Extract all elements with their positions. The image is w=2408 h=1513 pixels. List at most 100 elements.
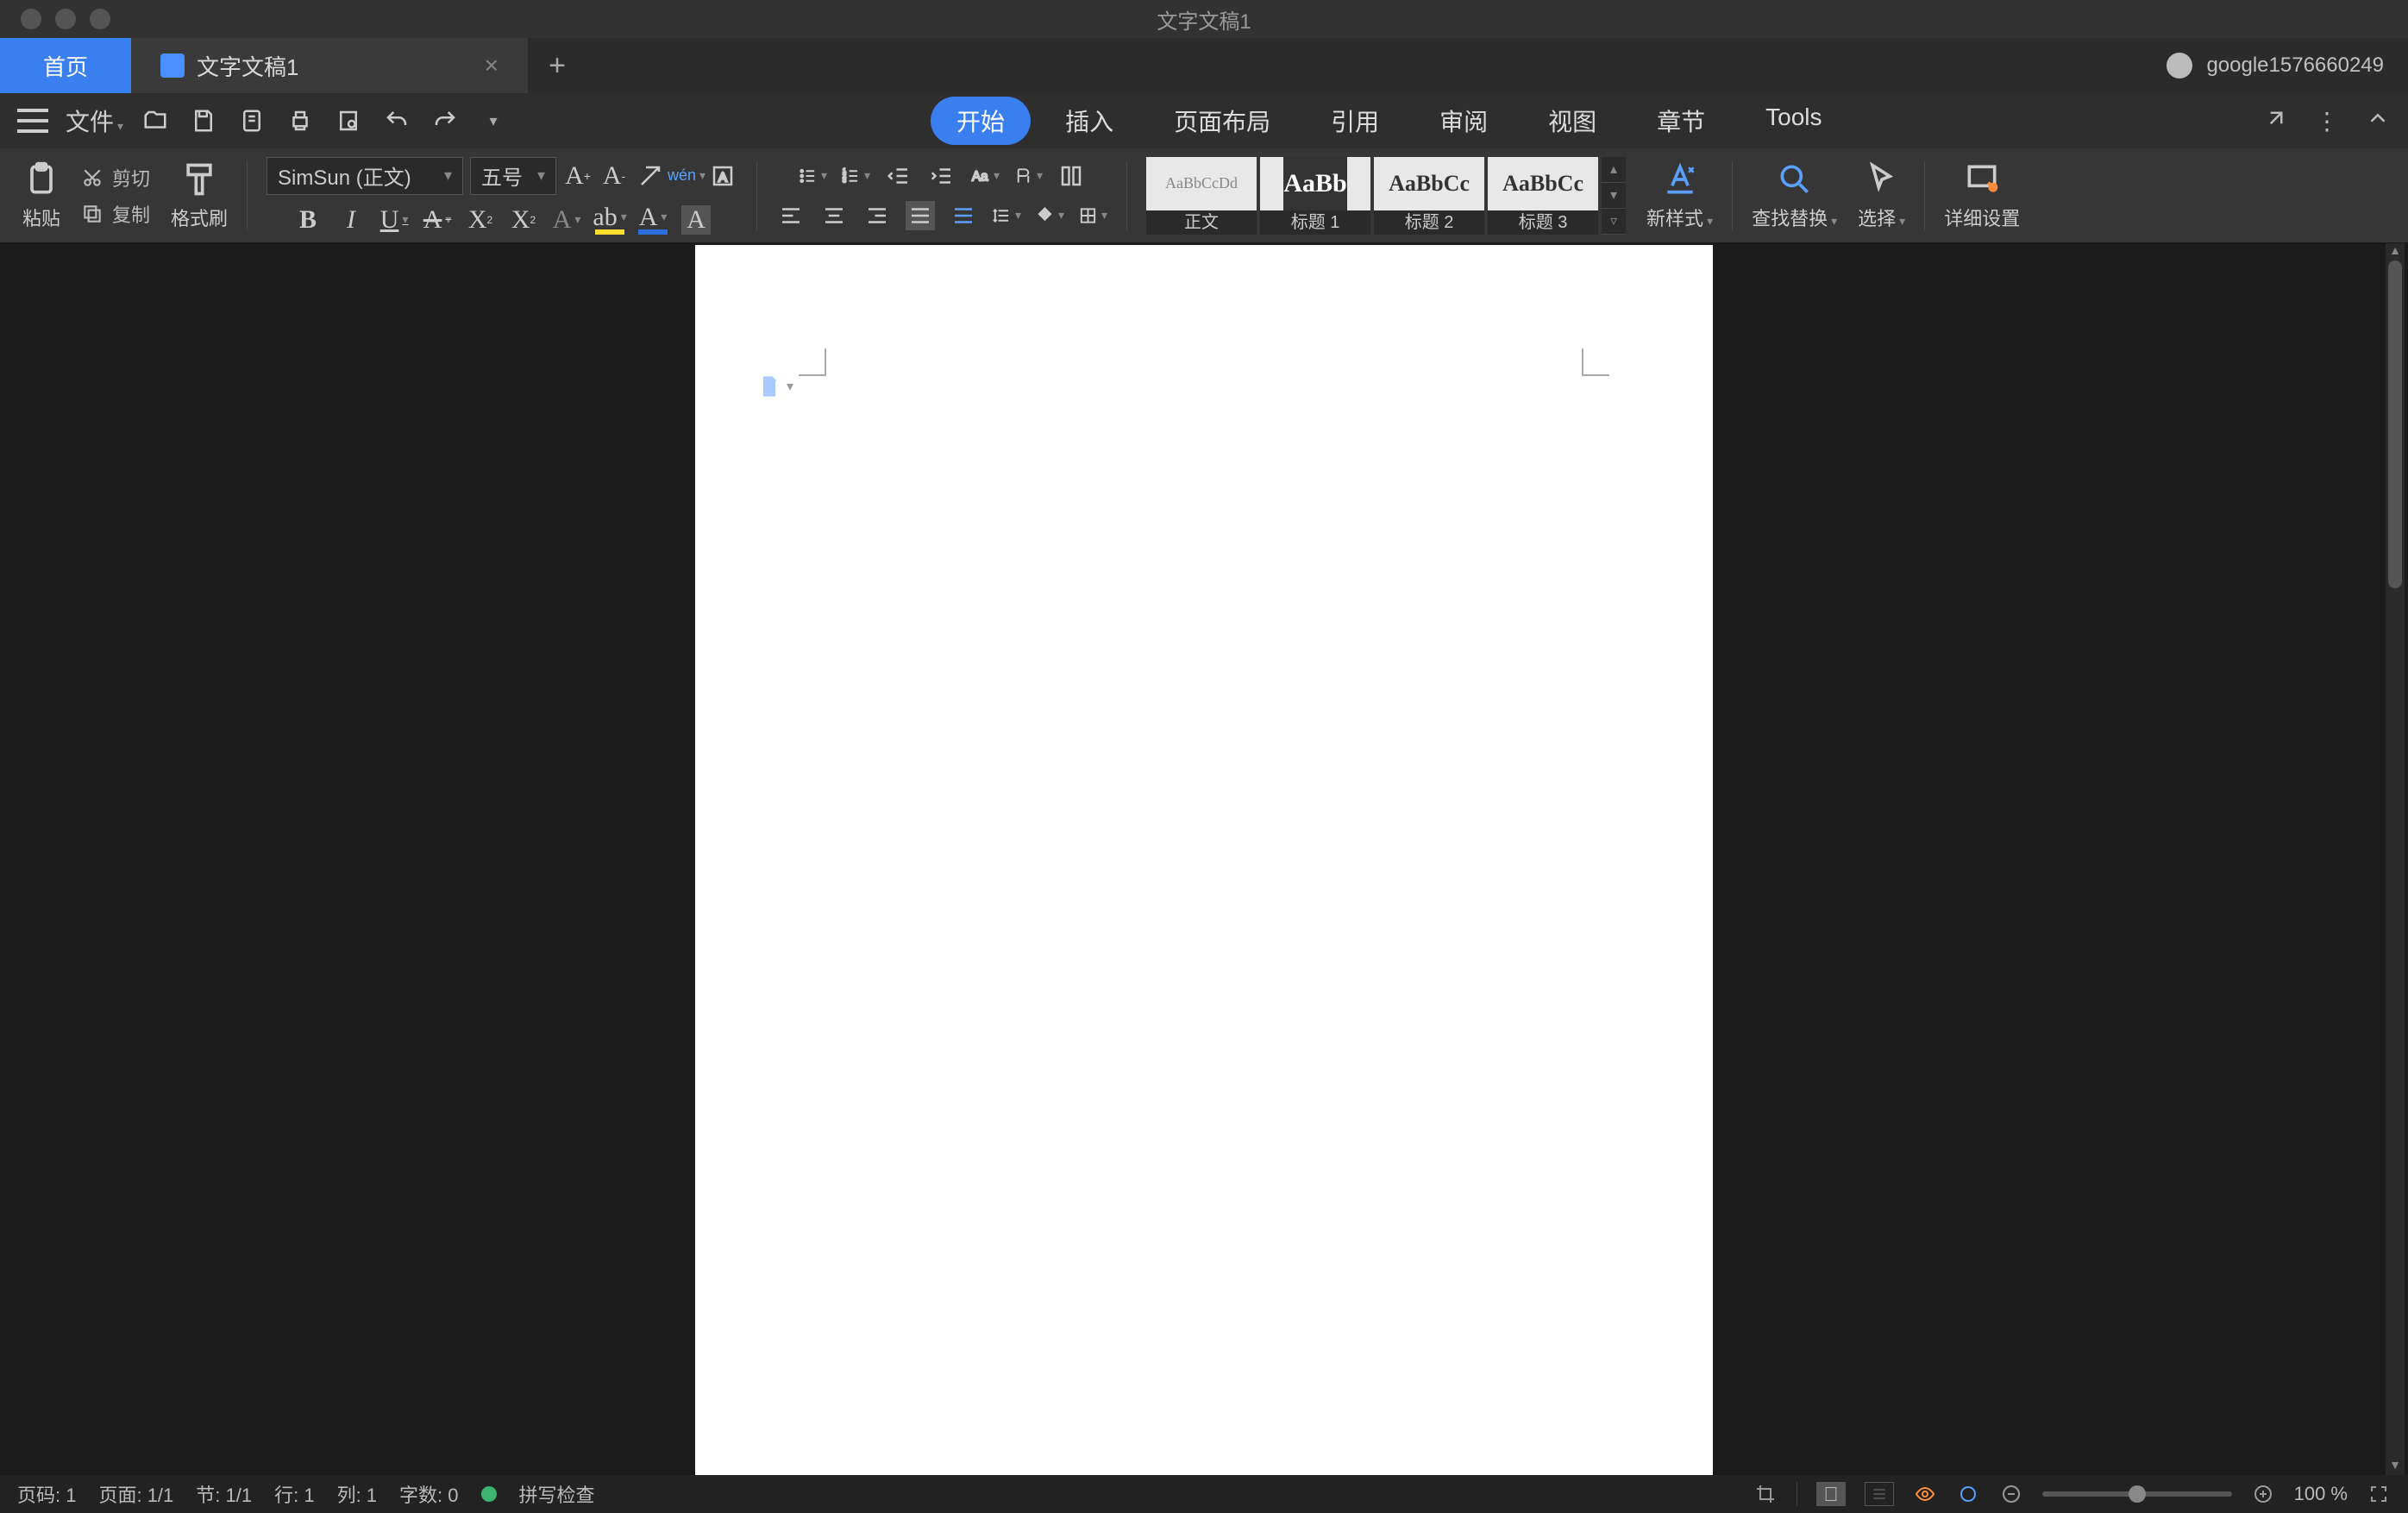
zoom-value[interactable]: 100 % [2294,1483,2348,1505]
ribbon-tab-references[interactable]: 引用 [1305,97,1405,145]
style-item-h2[interactable]: AaBbCc标题 2 [1374,157,1484,235]
tabbar-account[interactable]: google1576660249 [2167,38,2408,93]
kebab-menu-icon[interactable]: ⋮ [2315,107,2339,135]
redo-icon[interactable] [430,106,460,135]
italic-icon[interactable]: I [336,205,366,235]
tab-close-icon[interactable]: × [485,52,499,79]
align-right-icon[interactable] [862,201,892,230]
subscript-icon[interactable]: X2 [509,205,538,235]
share-icon[interactable] [2263,105,2289,137]
underline-icon[interactable]: U▾ [379,205,409,235]
style-gallery-scroll[interactable]: ▴▾▿ [1602,157,1626,235]
scroll-up-icon[interactable]: ▲ [2386,243,2405,261]
font-color-icon[interactable]: A▾ [638,205,668,235]
zoom-slider[interactable] [2042,1491,2232,1497]
select-button[interactable]: 选择▾ [1858,160,1905,231]
pinyin-guide-icon[interactable]: wén▾ [672,161,701,191]
vertical-scrollbar[interactable]: ▲ ▼ [2386,243,2405,1475]
find-replace-button[interactable]: 查找替换▾ [1752,160,1837,231]
scrollbar-thumb[interactable] [2388,261,2402,588]
eye-protect-icon[interactable] [1956,1482,1980,1506]
file-menu[interactable]: 文件▾ [66,104,123,138]
superscript-icon[interactable]: X2 [466,205,495,235]
char-shading-icon[interactable]: A [681,205,711,235]
gallery-expand-icon[interactable]: ▿ [1602,209,1626,235]
detail-settings-button[interactable]: 详细设置 [1944,160,2020,231]
print-preview-icon[interactable] [334,106,363,135]
hamburger-icon[interactable] [17,109,48,133]
view-outline-icon[interactable] [1865,1482,1894,1506]
traffic-minimize[interactable] [55,9,76,29]
status-spellcheck[interactable]: 拼写检查 [519,1480,595,1508]
increase-indent-icon[interactable] [927,161,956,191]
open-icon[interactable] [141,106,170,135]
scroll-down-icon[interactable]: ▼ [2386,1458,2405,1475]
copy-button[interactable]: 复制 [81,200,150,228]
change-case-icon[interactable]: Aa▾ [970,161,1000,191]
tab-new[interactable]: + [528,38,586,93]
view-page-icon[interactable] [1816,1482,1846,1506]
collapse-ribbon-icon[interactable] [2365,105,2391,137]
ribbon-tab-insert[interactable]: 插入 [1039,97,1139,145]
status-page[interactable]: 页面: 1/1 [98,1480,173,1508]
status-page-no[interactable]: 页码: 1 [17,1480,76,1508]
new-style-button[interactable]: 新样式▾ [1646,160,1713,231]
borders-icon[interactable]: ▾ [1078,201,1107,230]
align-center-icon[interactable] [819,201,849,230]
numbered-list-icon[interactable]: 123▾ [841,161,870,191]
status-row[interactable]: 行: 1 [274,1480,314,1508]
tab-home[interactable]: 首页 [0,38,131,93]
fit-page-icon[interactable] [2367,1482,2391,1506]
style-item-h1[interactable]: AaBb标题 1 [1260,157,1370,235]
status-chars[interactable]: 字数: 0 [399,1480,458,1508]
font-name-combo[interactable]: SimSun (正文)▾ [267,157,463,195]
decrease-font-icon[interactable]: A- [599,161,629,191]
line-spacing-icon[interactable]: ▾ [992,201,1021,230]
page-tools-marker[interactable]: ▾ [757,374,793,399]
document-page[interactable]: ▾ [695,245,1713,1475]
gallery-up-icon[interactable]: ▴ [1602,157,1626,183]
ribbon-tab-tools[interactable]: Tools [1740,97,1847,145]
print-icon[interactable] [285,106,315,135]
export-pdf-icon[interactable] [237,106,267,135]
status-col[interactable]: 列: 1 [337,1480,377,1508]
align-left-icon[interactable] [776,201,806,230]
crop-view-icon[interactable] [1753,1482,1778,1506]
bullet-list-icon[interactable]: ▾ [798,161,827,191]
columns-icon[interactable] [1057,161,1086,191]
zoom-slider-knob[interactable] [2129,1485,2146,1503]
align-distribute-icon[interactable] [949,201,978,230]
ribbon-tab-review[interactable]: 审阅 [1414,97,1514,145]
style-item-h3[interactable]: AaBbCc标题 3 [1488,157,1598,235]
zoom-in-icon[interactable] [2251,1482,2275,1506]
align-justify-icon[interactable] [906,201,935,230]
gallery-down-icon[interactable]: ▾ [1602,183,1626,209]
ribbon-tab-view[interactable]: 视图 [1522,97,1622,145]
ribbon-tab-pagelayout[interactable]: 页面布局 [1148,97,1296,145]
cut-button[interactable]: 剪切 [81,164,150,191]
format-painter-button[interactable]: 格式刷 [171,160,228,231]
decrease-indent-icon[interactable] [884,161,913,191]
traffic-zoom[interactable] [90,9,110,29]
style-item-body[interactable]: AaBbCcDd正文 [1146,157,1257,235]
ribbon-tab-section[interactable]: 章节 [1631,97,1731,145]
char-border-icon[interactable]: A [708,161,737,191]
clear-format-icon[interactable] [636,161,665,191]
ribbon-tab-start[interactable]: 开始 [931,97,1031,145]
save-icon[interactable] [189,106,218,135]
shading-icon[interactable]: ▾ [1035,201,1064,230]
canvas-area[interactable]: ▾ ▲ ▼ [0,243,2408,1475]
text-effects-icon[interactable]: A▾ [552,205,581,235]
increase-font-icon[interactable]: A+ [563,161,593,191]
traffic-close[interactable] [21,9,41,29]
font-size-combo[interactable]: 五号▾ [470,157,556,195]
highlight-icon[interactable]: ab▾ [595,205,624,235]
zoom-out-icon[interactable] [1999,1482,2023,1506]
reading-mode-icon[interactable] [1913,1482,1937,1506]
bold-icon[interactable]: B [293,205,323,235]
strikethrough-icon[interactable]: A▾ [423,205,452,235]
qat-more-icon[interactable]: ▾ [479,106,508,135]
status-section[interactable]: 节: 1/1 [196,1480,252,1508]
undo-icon[interactable] [382,106,411,135]
text-direction-icon[interactable]: ▾ [1013,161,1043,191]
